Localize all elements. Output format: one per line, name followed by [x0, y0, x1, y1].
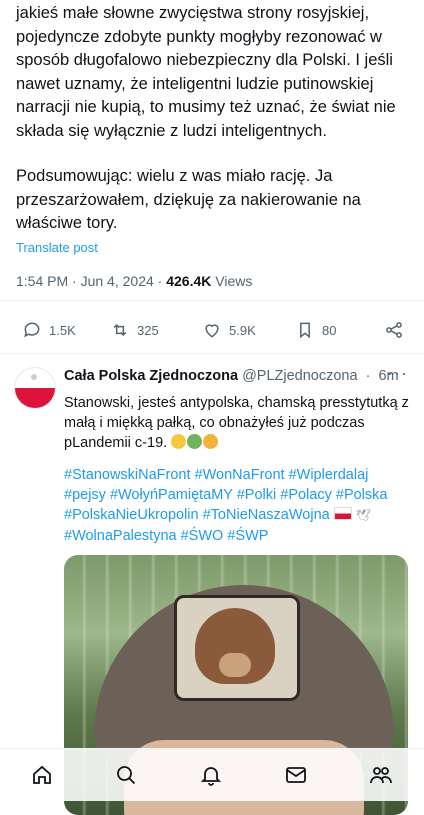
share-icon	[386, 322, 402, 338]
bookmark-count: 80	[322, 322, 337, 338]
tab-notifications[interactable]	[199, 763, 223, 787]
reply-button[interactable]: 1.5K	[22, 315, 76, 345]
reply-text-content: Stanowski, jesteś antypolska, chamską pr…	[64, 395, 409, 451]
tab-messages[interactable]	[284, 763, 308, 787]
views-label: Views	[215, 273, 253, 289]
meta-separator: ·	[72, 273, 81, 289]
reply-author-name[interactable]: Cała Polska Zjednoczona	[64, 368, 238, 384]
avatar[interactable]	[14, 367, 56, 409]
heart-icon	[205, 324, 219, 338]
face-emoji-icon	[171, 434, 187, 449]
avatar-emblem-icon	[31, 374, 37, 380]
repost-icon	[113, 323, 127, 337]
bell-icon	[200, 767, 222, 786]
reply-count: 1.5K	[49, 322, 76, 338]
reply-text: Stanowski, jesteś antypolska, chamską pr…	[64, 393, 410, 453]
tweet-meta: 1:54 PM · Jun 4, 2024 · 426.4K Views	[16, 273, 252, 289]
bear-patch-icon	[174, 595, 300, 701]
like-count: 5.9K	[229, 322, 256, 338]
face-emoji-icon	[203, 434, 219, 449]
reply-icon	[24, 322, 40, 338]
tweet-paragraph-2: Podsumowując: wielu z was miało rację. J…	[16, 167, 361, 232]
repost-button[interactable]: 325	[110, 315, 159, 345]
reply-hashtags: #StanowskiNaFront #WonNaFront #Wiplerdal…	[64, 465, 414, 546]
tweet-time[interactable]: 1:54 PM	[16, 273, 68, 289]
share-button[interactable]	[384, 315, 404, 345]
reply-tweet[interactable]: Cała Polska Zjednoczona @PLZjednoczona · …	[0, 355, 424, 815]
bookmark-button[interactable]: 80	[295, 315, 336, 345]
nauseated-face-emoji-icon	[187, 434, 203, 449]
home-icon	[33, 765, 51, 784]
translate-post-link[interactable]: Translate post	[16, 240, 98, 255]
tab-communities[interactable]	[369, 763, 393, 787]
meta-separator: ·	[157, 273, 167, 289]
tab-search[interactable]	[114, 763, 138, 787]
tweet-paragraph-1: jakieś małe słowne zwycięstwa strony ros…	[16, 4, 396, 140]
search-icon	[117, 766, 136, 785]
dove-icon: 🕊	[355, 508, 371, 523]
bear-snout	[219, 653, 251, 677]
meta-separator: ·	[361, 368, 375, 384]
poland-flag-icon	[333, 507, 352, 521]
like-button[interactable]: 5.9K	[202, 315, 256, 345]
hashtag-line[interactable]: #WolnaPalestyna #ŚWO #ŚWP	[64, 526, 414, 546]
tweet-date[interactable]: Jun 4, 2024	[81, 273, 154, 289]
hashtag-line[interactable]: #PolskaNieUkropolin #ToNieNaszaWojna	[64, 507, 330, 523]
avatar-red-half	[15, 388, 55, 408]
divider	[0, 300, 424, 301]
bookmark-icon	[300, 322, 310, 339]
bottom-tab-bar	[0, 748, 424, 801]
reply-author-handle[interactable]: @PLZjednoczona	[242, 368, 357, 384]
more-options-icon[interactable]: ···	[387, 363, 408, 384]
hashtag-line[interactable]: #StanowskiNaFront #WonNaFront #Wiplerdal…	[64, 465, 414, 485]
views-count: 426.4K	[166, 273, 212, 289]
envelope-icon	[286, 767, 306, 783]
repost-count: 325	[137, 322, 159, 338]
tweet-actions: 1.5K 325 5.9K 80	[0, 315, 424, 345]
divider	[0, 353, 424, 354]
tab-home[interactable]	[30, 763, 54, 787]
reply-header: Cała Polska Zjednoczona @PLZjednoczona · …	[64, 368, 414, 384]
hashtag-line-with-flag: #PolskaNieUkropolin #ToNieNaszaWojna 🕊	[64, 505, 414, 525]
people-icon	[370, 767, 392, 784]
hashtag-line[interactable]: #pejsy #WołyńPamiętaMY #Polki #Polacy #P…	[64, 485, 414, 505]
